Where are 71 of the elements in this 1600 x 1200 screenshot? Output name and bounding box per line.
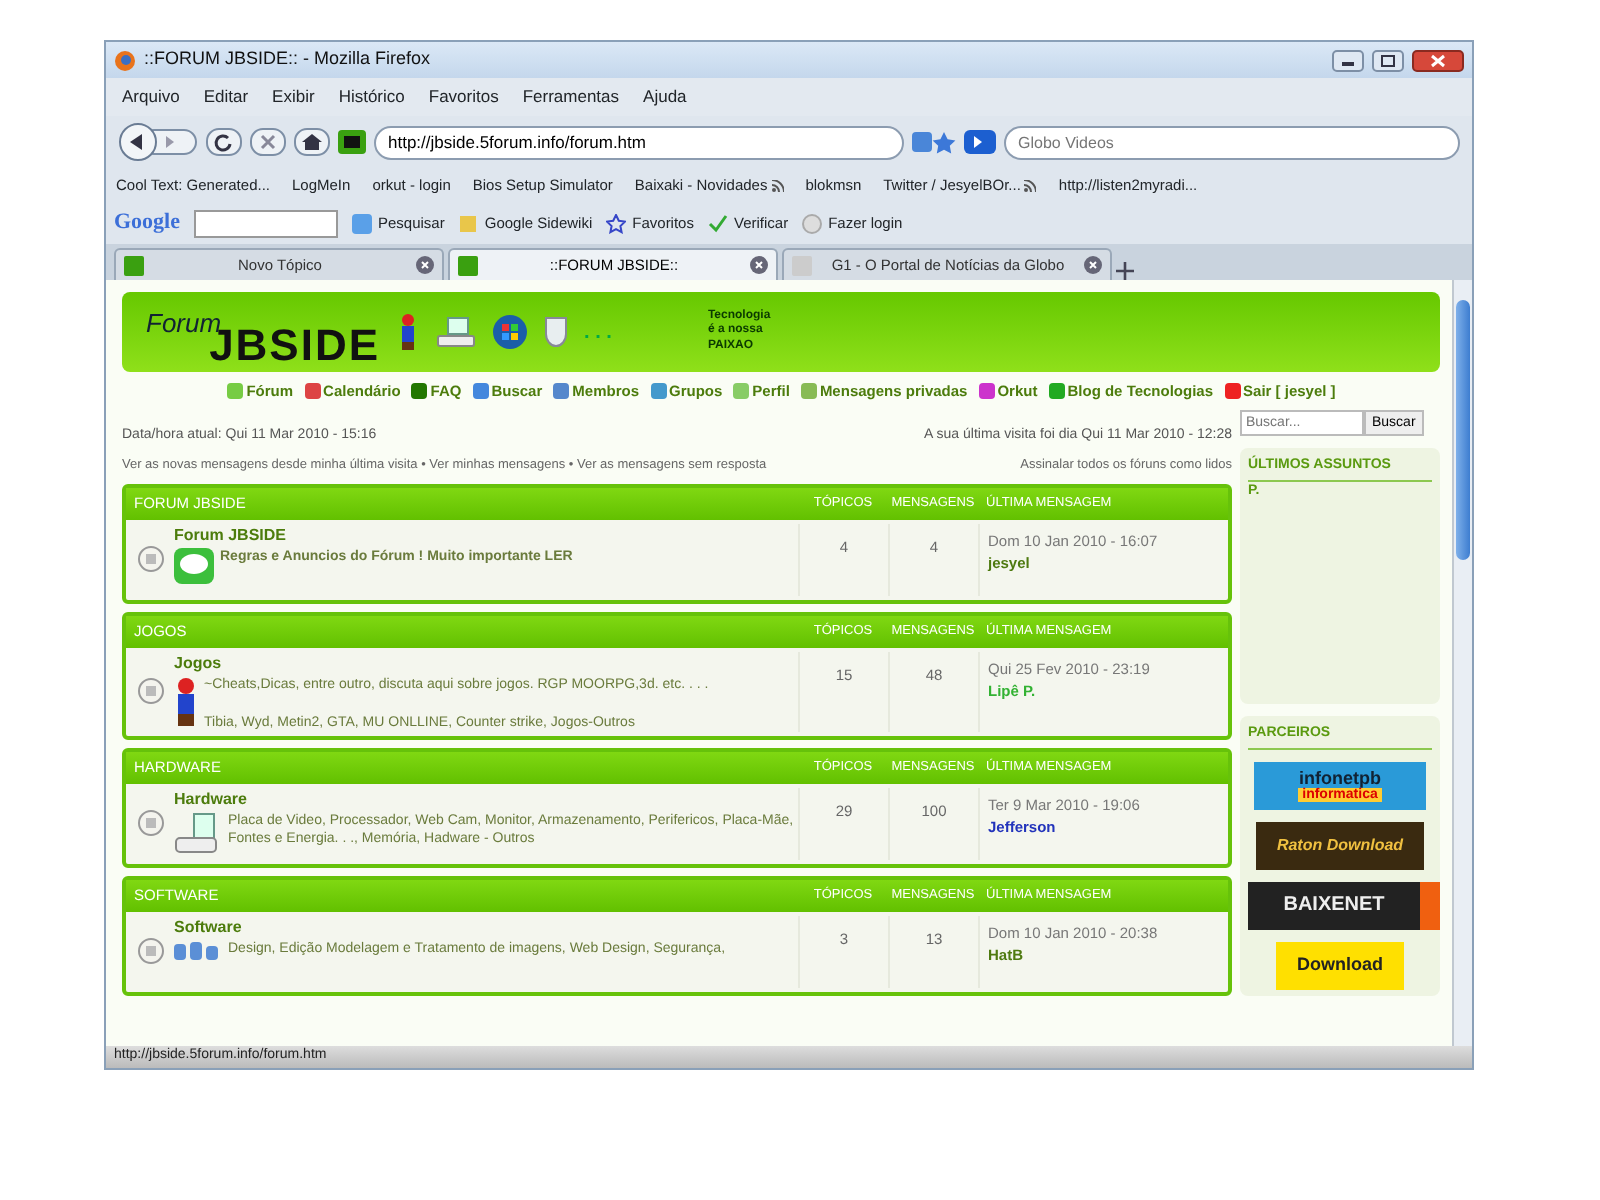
nav-icon bbox=[732, 382, 751, 401]
toolbar-icon bbox=[458, 213, 479, 233]
partner-logo-text: Download bbox=[1297, 956, 1383, 975]
rss-star-icon[interactable] bbox=[912, 131, 956, 153]
mario-icon bbox=[174, 675, 198, 727]
home-icon[interactable] bbox=[294, 128, 330, 156]
feed-icon bbox=[1024, 179, 1037, 191]
partner-banner[interactable]: BAIXENET bbox=[1248, 881, 1440, 930]
google-logo: Google bbox=[114, 208, 180, 239]
forum-status-icon bbox=[137, 938, 163, 965]
partner-logo-text: BAIXENET bbox=[1283, 895, 1385, 916]
toolbar-icon bbox=[707, 213, 728, 233]
forum-title[interactable]: Forum JBSIDE bbox=[174, 523, 798, 547]
menu-item[interactable]: Ferramentas bbox=[522, 84, 620, 110]
close-icon[interactable] bbox=[1412, 49, 1464, 71]
nav-icon bbox=[226, 382, 245, 401]
nav-icon bbox=[410, 382, 429, 401]
google-search-field[interactable] bbox=[194, 209, 338, 237]
toolbar-icon bbox=[606, 213, 627, 233]
nav-icon bbox=[552, 382, 571, 401]
windows-logo-icon bbox=[492, 314, 529, 350]
menu-item[interactable]: Exibir bbox=[272, 84, 315, 110]
menu-item[interactable]: Arquivo bbox=[122, 84, 180, 110]
banner-dots: . . . bbox=[584, 319, 612, 347]
software-icon bbox=[174, 939, 222, 960]
partner-banner[interactable]: Raton Download bbox=[1256, 821, 1424, 870]
maximize-icon[interactable] bbox=[1372, 49, 1404, 71]
menu-item[interactable]: Ajuda bbox=[643, 84, 687, 110]
forum-title[interactable]: Hardware bbox=[174, 787, 798, 812]
partner-banner[interactable]: Download bbox=[1276, 941, 1404, 990]
scrollbar-thumb[interactable] bbox=[1456, 300, 1470, 560]
tab-close-icon[interactable] bbox=[416, 256, 434, 274]
forum-status-icon bbox=[137, 678, 163, 705]
tab-close-icon[interactable] bbox=[1084, 256, 1102, 274]
favicon-icon bbox=[792, 255, 812, 275]
feed-icon bbox=[771, 179, 784, 191]
nav-icon bbox=[799, 382, 818, 401]
forum-title[interactable]: Jogos bbox=[174, 651, 798, 675]
search-engine-icon[interactable] bbox=[964, 130, 996, 154]
reload-icon[interactable] bbox=[206, 128, 242, 156]
speech-bubble-icon bbox=[174, 547, 214, 583]
address-field[interactable]: http://jbside.5forum.info/forum.htm bbox=[374, 125, 904, 159]
nav-icon bbox=[303, 382, 322, 401]
toolbar-icon bbox=[802, 213, 823, 233]
nav-icon bbox=[649, 382, 667, 401]
new-tab-icon[interactable] bbox=[1116, 262, 1134, 280]
menu-item[interactable]: Histórico bbox=[338, 84, 405, 110]
nav-icon bbox=[1047, 382, 1066, 401]
forum-title[interactable]: Software bbox=[174, 915, 798, 940]
menu-item[interactable]: Editar bbox=[203, 84, 249, 110]
favicon-icon bbox=[458, 255, 478, 275]
forum-status-icon bbox=[137, 546, 163, 572]
partner-logo-text: infonetpb bbox=[1299, 769, 1381, 788]
computer-icon bbox=[174, 811, 222, 856]
computer-icon bbox=[436, 316, 477, 348]
shield-icon bbox=[544, 316, 569, 348]
nav-icon bbox=[471, 382, 490, 401]
nav-icon bbox=[977, 382, 996, 401]
nav-icon bbox=[1223, 382, 1242, 401]
window-title: ::FORUM JBSIDE:: - Mozilla Firefox bbox=[144, 46, 433, 73]
partner-logo-text: Raton Download bbox=[1276, 837, 1404, 854]
forum-status-icon bbox=[137, 810, 163, 837]
globe-icon bbox=[114, 49, 136, 71]
menu-item[interactable]: Favoritos bbox=[428, 84, 499, 110]
favicon-icon bbox=[124, 255, 144, 275]
tab-close-icon[interactable] bbox=[750, 256, 768, 274]
toolbar-icon bbox=[352, 213, 372, 233]
site-favicon-icon bbox=[338, 130, 366, 154]
minimize-icon[interactable] bbox=[1332, 49, 1364, 71]
search-field[interactable]: Globo Videos bbox=[1004, 125, 1460, 159]
back-forward-buttons[interactable] bbox=[118, 122, 198, 162]
